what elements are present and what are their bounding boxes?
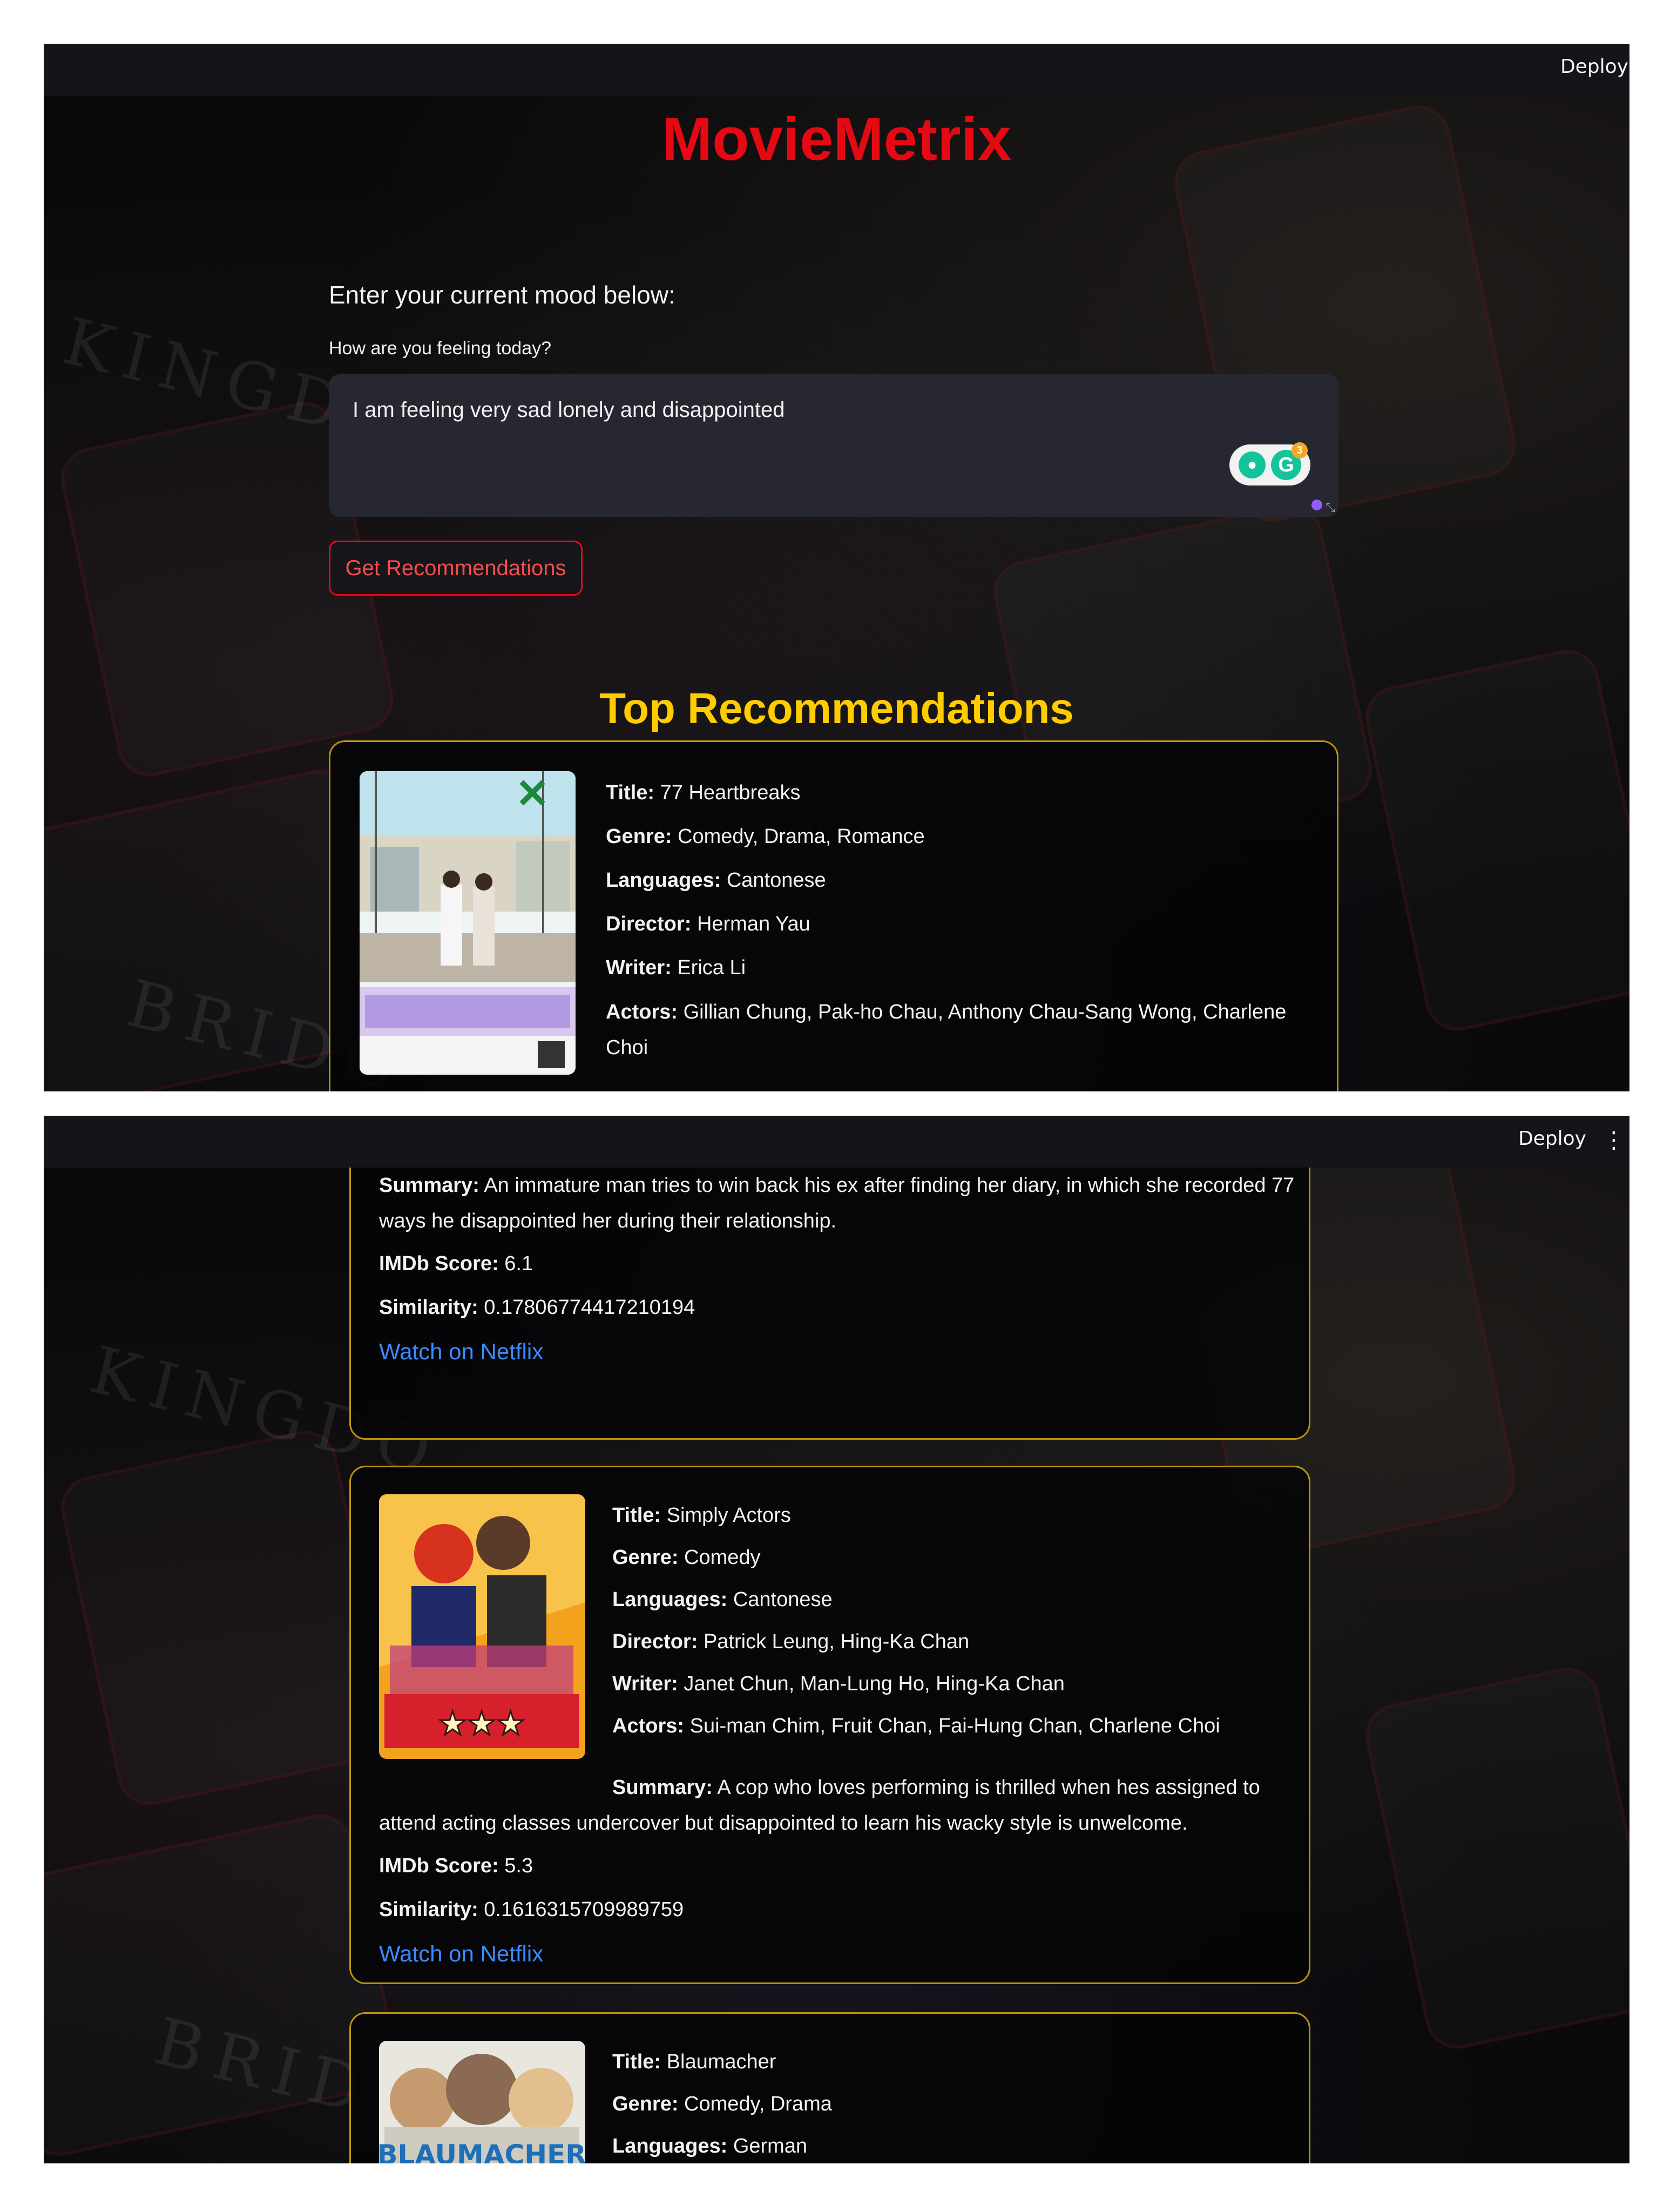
movie-summary: Summary: A cop who loves performing is t… <box>379 1776 1260 1835</box>
recommendations-heading: Top Recommendations <box>599 684 1074 732</box>
movie-summary: Summary: An immature man tries to win ba… <box>379 1174 1295 1232</box>
grammarly-widget[interactable]: ● G 3 <box>1229 442 1310 485</box>
recommendation-card: ★★★ Title: Simply Actors Genre: Comedy L… <box>349 1466 1310 1984</box>
movie-languages: Languages: German <box>612 2135 808 2157</box>
poster-title-text: BLAUMACHER <box>379 2139 585 2163</box>
resize-handle-icon[interactable]: ⤡ <box>1326 501 1335 515</box>
mood-textarea-value: I am feeling very sad lonely and disappo… <box>353 398 785 422</box>
app-title: MovieMetrix <box>661 105 1012 173</box>
get-recommendations-button[interactable]: Get Recommendations <box>329 541 583 596</box>
movie-director: Director: Herman Yau <box>606 913 810 935</box>
movie-writer: Writer: Erica Li <box>606 956 746 979</box>
deploy-button[interactable]: Deploy <box>1560 56 1628 78</box>
movie-genre: Genre: Comedy, Drama <box>612 2093 832 2115</box>
movie-info: Title: Simply Actors Genre: Comedy Langu… <box>612 1494 1293 1747</box>
movie-info-continued: Summary: An immature man tries to win ba… <box>379 1168 1297 1375</box>
movie-languages: Languages: Cantonese <box>606 869 826 892</box>
grammarly-badge: 3 <box>1291 442 1308 458</box>
movie-title: Title: Simply Actors <box>612 1504 791 1527</box>
movie-info: Title: Blaumacher Genre: Comedy, Drama L… <box>612 2041 1293 2163</box>
movie-poster-simply-actors: ★★★ <box>379 1494 585 1759</box>
movie-actors: Actors: Gillian Chung, Pak-ho Chau, Anth… <box>606 1001 1287 1059</box>
movie-imdb-score: IMDb Score: 6.1 <box>379 1252 533 1275</box>
movie-poster-blaumacher: BLAUMACHER <box>379 2041 585 2163</box>
movie-writer: Writer: Janet Chun, Man-Lung Ho, Hing-Ka… <box>612 1673 1065 1695</box>
recommendation-card: Summary: An immature man tries to win ba… <box>349 1148 1310 1440</box>
movie-imdb-score: IMDb Score: 5.3 <box>379 1854 533 1877</box>
movie-similarity: Similarity: 0.17806774417210194 <box>379 1296 695 1319</box>
top-toolbar: Deploy ⋮ <box>44 1116 1629 1168</box>
movie-similarity: Similarity: 0.1616315709989759 <box>379 1898 684 1921</box>
movie-info: Title: 77 Heartbreaks Genre: Comedy, Dra… <box>606 771 1313 1065</box>
movie-info-lower: Summary: A cop who loves performing is t… <box>379 1770 1297 1977</box>
more-options-icon[interactable]: ⋮ <box>1602 1127 1625 1153</box>
movie-poster-77-heartbreaks <box>360 771 576 1075</box>
movie-title: Title: Blaumacher <box>612 2051 776 2073</box>
movie-actors: Actors: Sui-man Chim, Fruit Chan, Fai-Hu… <box>612 1715 1220 1737</box>
watch-on-netflix-link[interactable]: Watch on Netflix <box>379 1941 543 1966</box>
mood-textarea[interactable]: I am feeling very sad lonely and disappo… <box>329 374 1338 517</box>
lightbulb-icon[interactable]: ● <box>1239 451 1266 478</box>
svg-text:★★★: ★★★ <box>438 1705 525 1743</box>
grammarly-icon[interactable]: G 3 <box>1271 442 1308 480</box>
mood-heading: Enter your current mood below: <box>329 281 675 309</box>
recommendation-card: BLAUMACHER Title: Blaumacher Genre: Come… <box>349 2012 1310 2163</box>
app-window-top: KINGDO BRIDG Deploy MovieMetrix Enter yo… <box>44 44 1629 1091</box>
movie-genre: Genre: Comedy, Drama, Romance <box>606 825 925 848</box>
app-window-scrolled: KINGDO BRIDGE Deploy ⋮ Summary: An immat… <box>44 1116 1629 2163</box>
top-toolbar: Deploy <box>44 44 1629 96</box>
mood-input-label: How are you feeling today? <box>329 338 552 359</box>
deploy-button[interactable]: Deploy <box>1518 1128 1586 1150</box>
watch-on-netflix-link[interactable]: Watch on Netflix <box>379 1339 543 1364</box>
movie-languages: Languages: Cantonese <box>612 1588 833 1611</box>
movie-title: Title: 77 Heartbreaks <box>606 781 801 804</box>
status-dot-icon <box>1311 500 1322 510</box>
movie-director: Director: Patrick Leung, Hing-Ka Chan <box>612 1630 970 1653</box>
movie-genre: Genre: Comedy <box>612 1546 761 1569</box>
recommendation-card: Title: 77 Heartbreaks Genre: Comedy, Dra… <box>329 740 1338 1091</box>
